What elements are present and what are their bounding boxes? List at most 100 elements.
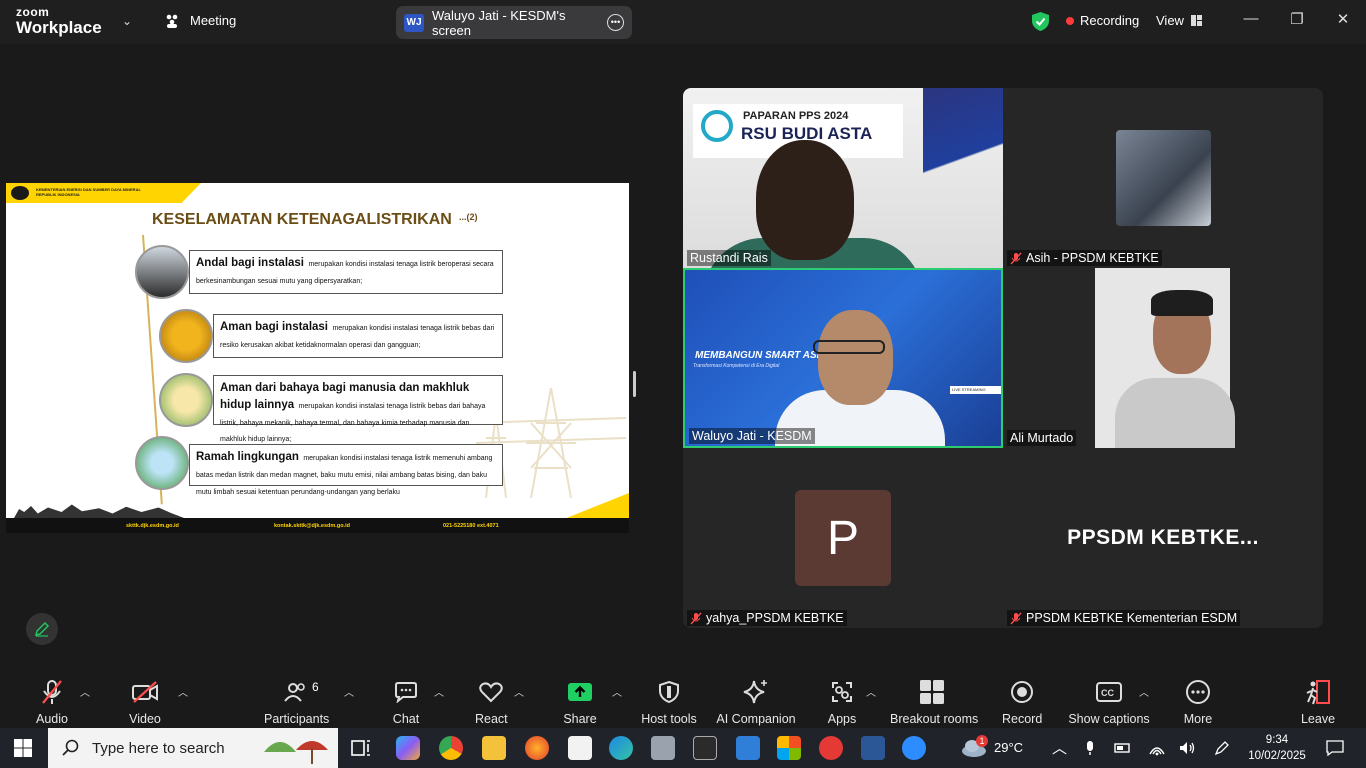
share-screen-icon	[568, 683, 592, 701]
search-icon	[62, 739, 79, 756]
avatar: P	[795, 490, 891, 586]
ministry-logo-icon	[11, 186, 29, 200]
ai-companion-button[interactable]: AI Companion	[716, 678, 796, 726]
screen-share-indicator[interactable]: WJ Waluyo Jati - KESDM's screen •••	[396, 6, 632, 39]
blank-document-icon[interactable]	[568, 736, 592, 760]
audio-options-chevron-icon[interactable]: ︿	[80, 684, 90, 699]
participant-video-body	[1115, 378, 1235, 448]
participant-glasses	[813, 340, 885, 354]
chrome-icon[interactable]	[439, 736, 463, 760]
participant-name-label: Asih - PPSDM KEBTKE	[1007, 250, 1162, 266]
zoom-app-icon[interactable]	[902, 736, 926, 760]
host-tools-button[interactable]: Host tools	[640, 678, 698, 726]
participant-name: PPSDM KEBTKE Kementerian ESDM	[1026, 611, 1238, 625]
host-tools-label: Host tools	[641, 712, 697, 726]
video-tile[interactable]: PPSDM KEBTKE... PPSDM KEBTKE Kementerian…	[1003, 448, 1323, 628]
react-options-chevron-icon[interactable]: ︿	[514, 684, 524, 699]
windows-start-icon[interactable]	[14, 739, 32, 757]
apps-options-chevron-icon[interactable]: ︿	[866, 684, 876, 699]
wps-office-icon[interactable]	[819, 736, 843, 760]
leave-label: Leave	[1300, 712, 1336, 726]
leave-button[interactable]: Leave	[1300, 678, 1336, 726]
firefox-icon[interactable]	[525, 736, 549, 760]
react-button[interactable]: React	[475, 678, 508, 726]
zoom-workplace-logo[interactable]: zoom Workplace	[16, 6, 102, 36]
annotate-button[interactable]	[26, 613, 58, 645]
video-tile[interactable]: Asih - PPSDM KEBTKE	[1003, 88, 1323, 268]
zoom-window: zoom Workplace ⌄ Meeting WJ Waluyo Jati …	[0, 0, 1366, 768]
show-hidden-icons-chevron-icon[interactable]: ︿	[1052, 737, 1067, 758]
meeting-controls: Audio ︿ Video ︿ Participants 6 ︿ Chat ︿ …	[0, 670, 1366, 728]
audio-button[interactable]: Audio	[34, 678, 70, 726]
recording-indicator[interactable]: Recording	[1066, 13, 1139, 28]
wifi-icon[interactable]	[1148, 740, 1166, 756]
leave-door-icon	[1306, 680, 1330, 705]
weather-temperature[interactable]: 29°C	[994, 740, 1023, 755]
shield-check-icon[interactable]	[1032, 12, 1049, 31]
split-view-drag-handle[interactable]	[633, 371, 636, 397]
volume-icon[interactable]	[1178, 740, 1196, 756]
record-button[interactable]: Record	[1002, 678, 1042, 726]
more-options-icon[interactable]: •••	[607, 14, 624, 31]
chat-button[interactable]: Chat	[390, 678, 422, 726]
video-tile[interactable]: P yahya_PPSDM KEBTKE	[683, 448, 1003, 628]
word-icon[interactable]	[861, 736, 885, 760]
show-captions-button[interactable]: CC Show captions	[1068, 678, 1150, 726]
more-icon	[1186, 680, 1210, 704]
worker-cartoon-image	[159, 373, 213, 427]
captions-options-chevron-icon[interactable]: ︿	[1139, 684, 1149, 699]
live-streaming-badge: LIVE STREAMING	[950, 386, 1001, 394]
participants-icon	[284, 683, 305, 702]
participant-name-label: Waluyo Jati - KESDM	[689, 428, 815, 444]
printer-app-icon[interactable]	[651, 736, 675, 760]
share-label: Share	[563, 712, 597, 726]
meeting-tab[interactable]: Meeting	[164, 13, 236, 28]
chat-options-chevron-icon[interactable]: ︿	[434, 684, 444, 699]
close-icon[interactable]: ✕	[1331, 10, 1355, 28]
environment-image	[135, 436, 189, 490]
notification-center-icon[interactable]	[1326, 740, 1344, 756]
mail-icon[interactable]	[736, 736, 760, 760]
share-options-chevron-icon[interactable]: ︿	[612, 684, 622, 699]
reliable-installation-image	[135, 245, 189, 299]
task-view-icon[interactable]	[349, 736, 373, 760]
video-tile-active-speaker[interactable]: MEMBANGUN SMART ASN Transformasi Kompete…	[683, 268, 1003, 448]
more-button[interactable]: More	[1182, 678, 1214, 726]
microphone-in-use-icon[interactable]	[1084, 740, 1096, 756]
edge-icon[interactable]	[609, 736, 633, 760]
video-label: Video	[129, 712, 161, 726]
minimize-icon[interactable]: —	[1239, 10, 1263, 27]
video-tile[interactable]: PAPARAN PPS 2024 RSU BUDI ASTA Rustandi …	[683, 88, 1003, 268]
grid-view-icon	[1190, 15, 1202, 26]
participants-label: Participants	[264, 712, 330, 726]
background-banner-small: PAPARAN PPS 2024	[743, 110, 849, 122]
weather-notification-badge: 1	[976, 735, 988, 747]
media-app-icon[interactable]	[693, 736, 717, 760]
video-off-icon	[132, 681, 158, 703]
video-tile[interactable]: Ali Murtado	[1003, 268, 1323, 448]
video-options-chevron-icon[interactable]: ︿	[178, 684, 188, 699]
restore-icon[interactable]: ❐	[1285, 10, 1309, 28]
microsoft-store-icon[interactable]	[777, 736, 801, 760]
copilot-icon[interactable]	[396, 736, 420, 760]
file-explorer-icon[interactable]	[482, 736, 506, 760]
apps-button[interactable]: Apps	[826, 678, 858, 726]
chat-icon	[395, 682, 417, 703]
view-button[interactable]: View	[1156, 13, 1202, 28]
shared-screen-slide[interactable]: KEMENTERIAN ENERGI DAN SUMBER DAYA MINER…	[6, 183, 629, 533]
participants-options-chevron-icon[interactable]: ︿	[344, 684, 354, 699]
logo-line-2: Workplace	[16, 18, 102, 37]
share-button[interactable]: Share	[563, 678, 597, 726]
slide-footer: skttk.djk.esdm.go.id kontak.skttk@djk.es…	[6, 518, 629, 533]
participant-name: yahya_PPSDM KEBTKE	[706, 611, 844, 625]
pen-workspace-icon[interactable]	[1214, 740, 1230, 756]
chevron-down-icon[interactable]: ⌄	[122, 14, 132, 28]
battery-icon[interactable]	[1114, 740, 1132, 756]
participant-name-label: Rustandi Rais	[687, 250, 771, 266]
video-button[interactable]: Video	[128, 678, 162, 726]
taskbar-clock[interactable]: 9:34 10/02/2025	[1242, 732, 1312, 764]
item-safe-for-humans: Aman dari bahaya bagi manusia dan makhlu…	[213, 375, 503, 443]
clock-date: 10/02/2025	[1248, 750, 1306, 762]
breakout-rooms-button[interactable]: Breakout rooms	[890, 678, 978, 726]
mic-muted-icon	[1010, 252, 1022, 264]
